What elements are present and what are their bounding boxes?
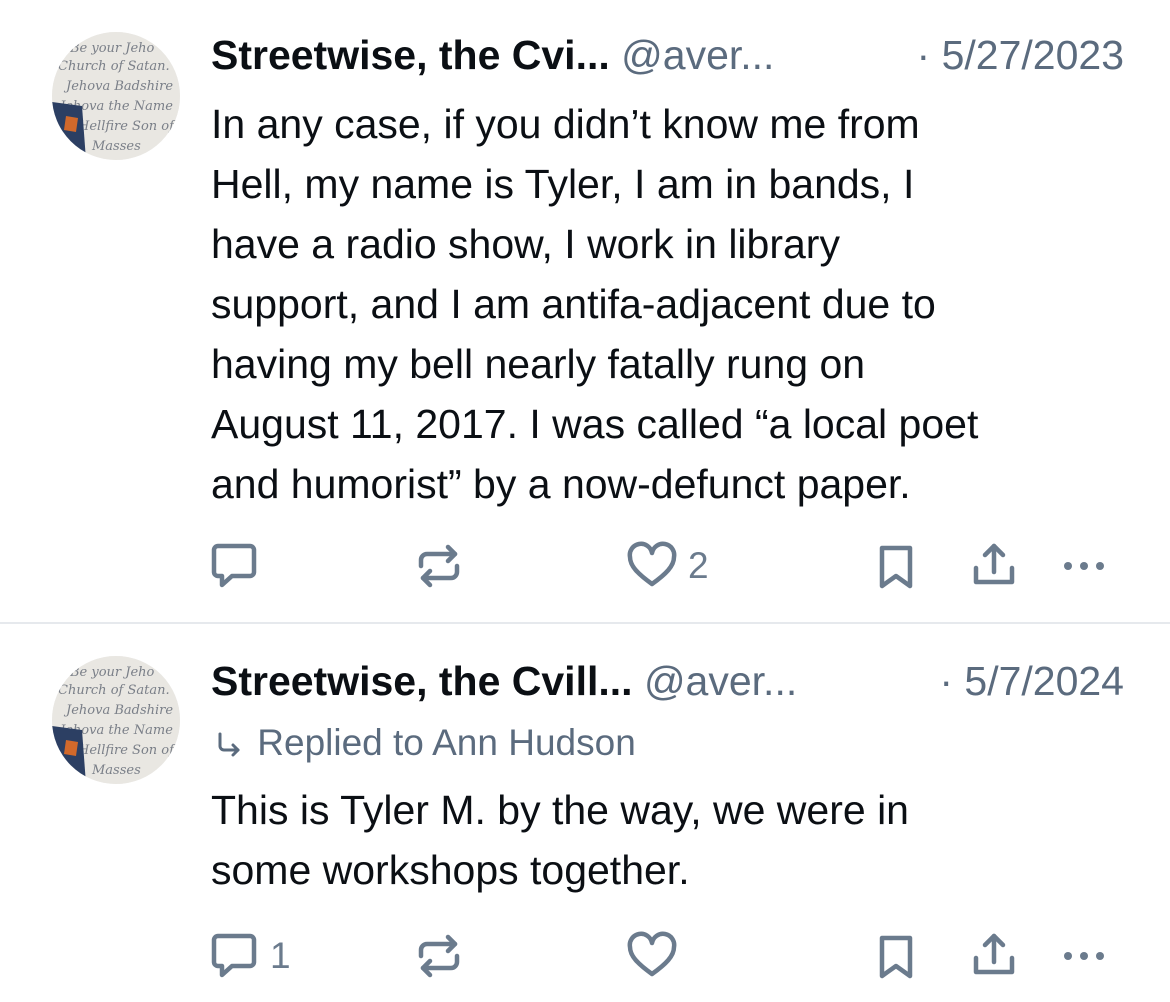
post-header: Streetwise, the Cvill... @aver... · 5/7/… [211,656,1124,706]
avatar[interactable]: Be your Jeho Church of Satan. To Jehova … [52,656,180,784]
post[interactable]: Be your Jeho Church of Satan. To Jehova … [0,0,1170,623]
post-text: In any case, if you didn’t know me from … [211,101,979,507]
post-text: This is Tyler M. by the way, we were in … [211,787,909,893]
author-name[interactable]: Streetwise, the Cvill... [211,658,633,704]
repost-button[interactable] [411,536,467,596]
repost-arrows-icon [418,544,460,588]
heart-icon [627,931,677,977]
post-actions: 2 [206,536,1118,596]
svg-text:Hellfire Son of: Hellfire Son of [77,743,176,758]
svg-text:Masses: Masses [91,763,141,778]
post-actions: 1 [206,926,1118,986]
more-dots-icon [1064,562,1104,570]
reply-context-label: Replied to Ann Hudson [257,722,636,763]
reply-arrow-icon [218,732,240,757]
post-header: Streetwise, the Cvi... @aver... · 5/27/2… [211,30,1124,80]
svg-text:Masses: Masses [91,139,141,154]
speech-bubble-icon [211,543,257,588]
speech-bubble-icon [211,933,257,978]
post[interactable]: Be your Jeho Church of Satan. To Jehova … [0,624,1170,1002]
separator-dot: · [916,32,931,78]
bookmark-button[interactable] [868,536,924,596]
post-date-value: 5/27/2023 [941,32,1124,78]
bookmark-icon [879,545,913,589]
svg-text:Jehova Badshire: Jehova Badshire [63,79,173,94]
like-count: 2 [688,545,709,586]
reply-button[interactable] [206,536,270,596]
like-button[interactable]: 2 [624,536,709,596]
more-dots-icon [1064,952,1104,960]
like-button[interactable] [624,926,688,986]
svg-text:Jehova Badshire: Jehova Badshire [63,703,173,718]
post-date-value: 5/7/2024 [964,658,1124,704]
svg-text:Hellfire Son of: Hellfire Son of [77,119,176,134]
avatar[interactable]: Be your Jeho Church of Satan. To Jehova … [52,32,180,160]
author-handle[interactable]: @aver... [621,32,774,78]
avatar-image: Be your Jeho Church of Satan. To Jehova … [52,656,180,784]
svg-text:Be your Jeho: Be your Jeho [69,665,155,680]
separator-dot: · [939,658,953,704]
post-date[interactable]: · 5/27/2023 [917,30,1124,80]
share-button[interactable] [966,536,1022,596]
repost-arrows-icon [418,934,460,978]
repost-button[interactable] [411,926,467,986]
heart-icon [627,541,677,587]
post-date[interactable]: · 5/7/2024 [939,656,1124,706]
bookmark-button[interactable] [868,926,924,986]
author-name[interactable]: Streetwise, the Cvi... [211,32,610,78]
share-upload-icon [973,933,1015,975]
more-options-button[interactable] [1056,926,1116,986]
author-handle[interactable]: @aver... [644,658,797,704]
bookmark-icon [879,935,913,979]
reply-count: 1 [270,935,291,976]
share-button[interactable] [966,926,1022,986]
svg-text:Church of Satan. To: Church of Satan. To [58,683,180,698]
share-upload-icon [973,543,1015,585]
svg-text:Be your Jeho: Be your Jeho [69,41,155,56]
svg-text:Church of Satan. To: Church of Satan. To [58,59,180,74]
reply-button[interactable]: 1 [206,926,291,986]
avatar-image: Be your Jeho Church of Satan. To Jehova … [52,32,180,160]
reply-context[interactable]: Replied to Ann Hudson [211,720,636,766]
more-options-button[interactable] [1056,536,1116,596]
